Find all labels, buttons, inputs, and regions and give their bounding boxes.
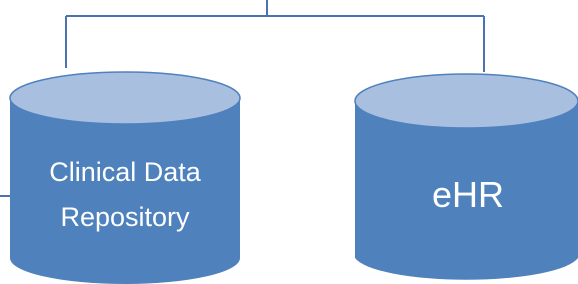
clinical-data-repository-label-line-2: Repository [60, 202, 190, 232]
architecture-diagram: Clinical Data Repository eHR [0, 0, 578, 284]
cylinder-top [354, 73, 578, 129]
ehr-label: eHR [432, 174, 504, 215]
ehr-database: eHR [354, 73, 578, 280]
clinical-data-repository-label-line-1: Clinical Data [49, 157, 202, 187]
clinical-data-repository-database: Clinical Data Repository [9, 71, 241, 284]
cylinder-body [10, 98, 240, 284]
cylinder-top [9, 71, 241, 125]
